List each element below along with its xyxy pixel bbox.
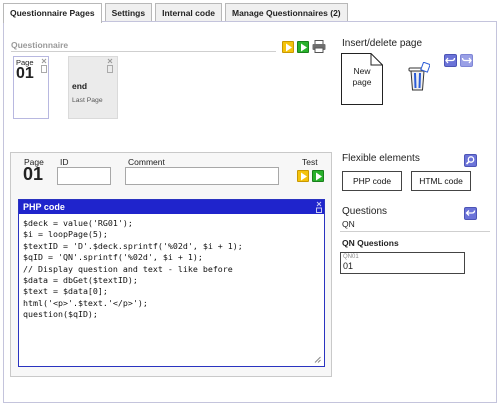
comment-label: Comment [128, 157, 165, 167]
end-page-title: end [72, 81, 88, 91]
return-icon [465, 210, 476, 216]
php-code-panel: PHP code $deck = value('RG01'); $i = loo… [18, 199, 325, 367]
questionnaire-divider [11, 51, 276, 52]
flexible-elements-search-button[interactable] [464, 154, 477, 167]
questions-back-button[interactable] [464, 207, 477, 220]
php-code-textarea[interactable]: $deck = value('RG01'); $i = loopPage(5);… [19, 214, 324, 325]
tab-internal-code[interactable]: Internal code [155, 3, 222, 22]
question-group-title: QN Questions [342, 238, 399, 248]
play-icon [286, 43, 292, 52]
test-label: Test [302, 157, 318, 167]
php-code-title: PHP code [23, 202, 65, 212]
editor-page-number: 01 [23, 164, 44, 184]
page-card-end[interactable]: end Last Page [68, 56, 118, 119]
trash-icon[interactable] [406, 62, 430, 92]
questions-code: QN [342, 219, 355, 229]
tab-settings[interactable]: Settings [104, 3, 153, 22]
php-code-button[interactable]: PHP code [342, 171, 402, 191]
test-from-page-button[interactable] [312, 170, 324, 182]
page-card-number: 01 [16, 65, 34, 82]
id-input[interactable] [57, 167, 111, 185]
php-code-header: PHP code [19, 200, 324, 214]
page-options-icon[interactable] [107, 58, 113, 74]
question-item-qn01[interactable]: QN01 01 [340, 252, 465, 274]
questionnaire-label: Questionnaire [11, 40, 69, 50]
test-page-button[interactable] [297, 170, 309, 182]
resize-handle-icon[interactable] [314, 356, 321, 363]
undo-button[interactable] [444, 54, 457, 67]
undo-icon [445, 57, 456, 64]
page-options-icon[interactable] [41, 58, 47, 74]
id-label: ID [60, 157, 69, 167]
tab-questionnaire-pages[interactable]: Questionnaire Pages [3, 3, 102, 23]
page-card-01[interactable]: Page 01 [13, 56, 49, 119]
comment-input[interactable] [125, 167, 279, 185]
redo-button[interactable] [460, 54, 473, 67]
test-from-page-button[interactable] [297, 41, 309, 53]
play-icon [301, 43, 307, 52]
new-page-label: New page [352, 66, 372, 87]
play-icon [316, 172, 322, 181]
redo-icon [461, 57, 472, 64]
html-code-button[interactable]: HTML code [411, 171, 471, 191]
print-icon[interactable] [312, 40, 326, 53]
element-options-icon[interactable] [316, 201, 322, 213]
insert-delete-title: Insert/delete page [342, 38, 423, 49]
question-item-tag: QN01 [343, 254, 359, 260]
tab-bar: Questionnaire Pages Settings Internal co… [3, 3, 351, 23]
search-icon [465, 156, 475, 165]
questions-title: Questions [342, 206, 388, 217]
play-icon [301, 172, 307, 181]
test-page-button[interactable] [282, 41, 294, 53]
end-page-subtitle: Last Page [72, 97, 103, 104]
questions-divider [340, 231, 490, 232]
tab-manage-questionnaires[interactable]: Manage Questionnaires (2) [225, 3, 348, 22]
flexible-elements-title: Flexible elements [342, 153, 420, 164]
question-item-value: 01 [343, 261, 354, 271]
